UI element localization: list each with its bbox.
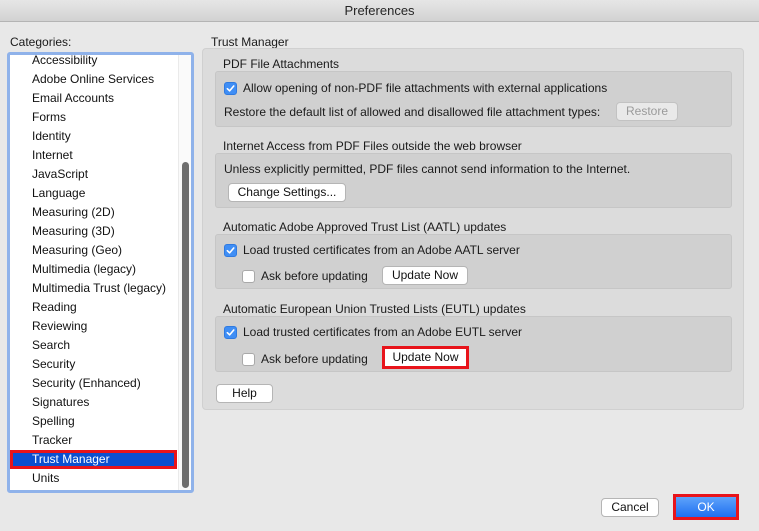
eutl-load-row[interactable]: Load trusted certificates from an Adobe … [224,324,522,340]
internet-access-description: Unless explicitly permitted, PDF files c… [224,162,631,176]
sidebar-item-multimedia-legacy[interactable]: Multimedia (legacy) [10,260,177,279]
checkmark-icon [226,328,235,336]
sidebar-item-tracker[interactable]: Tracker [10,431,177,450]
eutl-ask-label: Ask before updating [261,352,368,366]
allow-attachments-label: Allow opening of non-PDF file attachment… [243,81,608,95]
sidebar-item-reviewing[interactable]: Reviewing [10,317,177,336]
allow-attachments-row[interactable]: Allow opening of non-PDF file attachment… [224,80,607,96]
sidebar-item-internet[interactable]: Internet [10,146,177,165]
sidebar-item-javascript[interactable]: JavaScript [10,165,177,184]
aatl-title: Automatic Adobe Approved Trust List (AAT… [223,220,507,234]
sidebar-item-email-accounts[interactable]: Email Accounts [10,89,177,108]
sidebar-item-language[interactable]: Language [10,184,177,203]
cancel-button[interactable]: Cancel [601,498,659,517]
aatl-load-row[interactable]: Load trusted certificates from an Adobe … [224,242,520,258]
sidebar-item-security[interactable]: Security [10,355,177,374]
aatl-ask-label: Ask before updating [261,269,368,283]
aatl-load-checkbox[interactable] [224,243,237,257]
window-title: Preferences [344,3,415,18]
aatl-ask-row[interactable]: Ask before updating [242,268,368,284]
eutl-load-checkbox[interactable] [224,325,237,339]
sidebar-item-reading[interactable]: Reading [10,298,177,317]
ok-button[interactable]: OK [673,494,739,520]
sidebar-item-security-enhanced[interactable]: Security (Enhanced) [10,374,177,393]
sidebar-item-adobe-online-services[interactable]: Adobe Online Services [10,70,177,89]
restore-button[interactable]: Restore [616,102,678,121]
change-settings-button[interactable]: Change Settings... [228,183,346,202]
sidebar-item-identity[interactable]: Identity [10,127,177,146]
sidebar-item-measuring-geo[interactable]: Measuring (Geo) [10,241,177,260]
restore-text: Restore the default list of allowed and … [224,105,601,119]
pdf-attachments-title: PDF File Attachments [223,57,340,71]
categories-items: Accessibility Adobe Online Services Email … [10,55,177,488]
eutl-update-now-button[interactable]: Update Now [382,346,469,369]
window-titlebar: Preferences [0,0,759,22]
sidebar-item-forms[interactable]: Forms [10,108,177,127]
categories-label: Categories: [10,35,72,49]
sidebar-item-search[interactable]: Search [10,336,177,355]
eutl-ask-checkbox[interactable] [242,352,255,366]
eutl-title: Automatic European Union Trusted Lists (… [223,302,526,316]
categories-list[interactable]: Accessibility Adobe Online Services Email … [7,52,194,493]
eutl-ask-row[interactable]: Ask before updating [242,351,368,367]
sidebar-item-signatures[interactable]: Signatures [10,393,177,412]
categories-scrollbar[interactable] [178,55,191,490]
allow-attachments-checkbox[interactable] [224,81,237,95]
trust-manager-title: Trust Manager [211,35,289,49]
sidebar-item-multimedia-trust-legacy[interactable]: Multimedia Trust (legacy) [10,279,177,298]
checkmark-icon [226,246,235,254]
checkmark-icon [226,84,235,92]
eutl-load-label: Load trusted certificates from an Adobe … [243,325,523,339]
sidebar-item-measuring-2d[interactable]: Measuring (2D) [10,203,177,222]
aatl-ask-checkbox[interactable] [242,269,255,283]
sidebar-item-trust-manager[interactable]: Trust Manager [10,450,177,469]
sidebar-item-units[interactable]: Units [10,469,177,488]
sidebar-item-accessibility[interactable]: Accessibility [10,55,177,70]
sidebar-item-spelling[interactable]: Spelling [10,412,177,431]
scrollbar-thumb[interactable] [182,162,189,488]
aatl-load-label: Load trusted certificates from an Adobe … [243,243,520,257]
sidebar-item-measuring-3d[interactable]: Measuring (3D) [10,222,177,241]
help-button[interactable]: Help [216,384,273,403]
internet-access-title: Internet Access from PDF Files outside t… [223,139,522,153]
aatl-update-now-button[interactable]: Update Now [382,266,468,285]
